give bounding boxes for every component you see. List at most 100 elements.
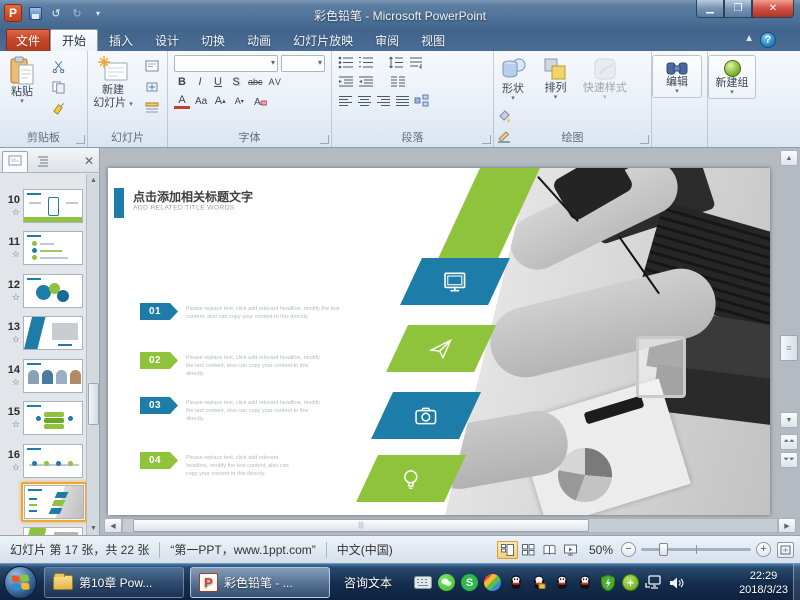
- arrange-button[interactable]: 排列 ▾: [536, 53, 574, 101]
- slide-counter[interactable]: 幻灯片 第 17 张，共 22 张: [0, 541, 159, 558]
- underline-button[interactable]: U: [210, 74, 226, 90]
- slideshow-view-button[interactable]: [560, 541, 581, 559]
- show-desktop-button[interactable]: [793, 564, 800, 600]
- qq-icon-1[interactable]: [507, 574, 524, 591]
- smartart-convert-icon[interactable]: [414, 94, 430, 107]
- close-panel-icon[interactable]: ✕: [84, 154, 97, 168]
- slide-thumbnail-13[interactable]: 13☆: [0, 314, 86, 352]
- vertical-scroll-thumb[interactable]: [780, 335, 798, 361]
- font-size-combo[interactable]: [281, 55, 325, 72]
- previous-slide-button[interactable]: ⏶⏶: [780, 434, 798, 450]
- title-accent-bar[interactable]: [114, 188, 124, 218]
- format-painter-button[interactable]: [48, 99, 68, 117]
- font-name-combo[interactable]: [174, 55, 278, 72]
- slide-thumbnail-17-selected[interactable]: [21, 482, 87, 522]
- next-slide-button[interactable]: ⏷⏷: [780, 452, 798, 468]
- paste-button[interactable]: 粘贴 ▾: [0, 53, 44, 105]
- strikethrough-button[interactable]: abc: [246, 74, 265, 90]
- decrease-indent-icon[interactable]: [338, 75, 354, 88]
- shapes-button[interactable]: 形状 ▾: [494, 53, 532, 102]
- thumbnail-scroll-thumb[interactable]: [88, 383, 99, 425]
- wechat-icon[interactable]: [438, 574, 455, 591]
- messenger-s-icon[interactable]: S: [461, 574, 478, 591]
- tab-insert[interactable]: 插入: [98, 29, 144, 51]
- help-icon[interactable]: ?: [760, 32, 776, 48]
- shadow-button[interactable]: S: [228, 74, 244, 90]
- item-text-02[interactable]: Please replace text, click add relevant …: [186, 354, 325, 378]
- item-text-01[interactable]: Please replace text, click add relevant …: [186, 305, 346, 321]
- qq-icon-3[interactable]: [553, 574, 570, 591]
- scroll-up-icon[interactable]: ▲: [780, 150, 798, 166]
- shape-fill-button[interactable]: [494, 106, 514, 124]
- item-number-01[interactable]: 01: [140, 303, 178, 320]
- item-text-03[interactable]: Please replace text, click add relevant …: [186, 399, 325, 423]
- lightbulb-shape[interactable]: [356, 455, 466, 502]
- vertical-scrollbar[interactable]: ▲ ▼ ⏶⏶ ⏷⏷: [780, 150, 798, 533]
- tab-outline[interactable]: [30, 151, 56, 172]
- qq-icon-4[interactable]: [576, 574, 593, 591]
- zoom-level[interactable]: 50%: [581, 543, 621, 557]
- font-color-button[interactable]: A: [174, 93, 190, 109]
- align-center-icon[interactable]: [357, 95, 372, 107]
- sogou-input-icon[interactable]: [484, 574, 501, 591]
- zoom-in-button[interactable]: +: [756, 542, 771, 557]
- scroll-up-icon[interactable]: ▲: [87, 174, 100, 187]
- copy-button[interactable]: [48, 78, 68, 96]
- paste-dropdown-icon[interactable]: ▾: [20, 99, 24, 105]
- align-left-icon[interactable]: [338, 95, 353, 107]
- taskbar-clock[interactable]: 22:29 2018/3/23: [739, 569, 788, 597]
- zoom-slider[interactable]: [641, 548, 751, 551]
- tab-transitions[interactable]: 切换: [190, 29, 236, 51]
- numbering-icon[interactable]: [358, 56, 374, 69]
- char-spacing-button[interactable]: AV: [267, 74, 284, 90]
- slide-sorter-view-button[interactable]: [518, 541, 539, 559]
- align-right-icon[interactable]: [376, 95, 391, 107]
- item-number-03[interactable]: 03: [140, 397, 178, 414]
- close-button[interactable]: ✕: [752, 0, 794, 18]
- slide-title[interactable]: 点击添加相关标题文字: [133, 188, 253, 205]
- change-case-button[interactable]: Aa: [193, 93, 209, 109]
- line-spacing-icon[interactable]: [388, 56, 404, 69]
- shrink-font-button[interactable]: A▾: [231, 93, 247, 109]
- slide-thumbnail-14[interactable]: 14☆: [0, 357, 86, 395]
- item-number-02[interactable]: 02: [140, 352, 178, 369]
- collapse-ribbon-icon[interactable]: ▲: [744, 33, 754, 44]
- clipboard-dialog-launcher-icon[interactable]: [76, 135, 85, 144]
- layout-button[interactable]: [142, 57, 162, 75]
- justify-icon[interactable]: [395, 95, 410, 107]
- thumbnail-scrollbar[interactable]: ▲ ▼: [86, 174, 99, 535]
- tab-review[interactable]: 审阅: [364, 29, 410, 51]
- horizontal-scrollbar[interactable]: ◀ ▶: [104, 518, 796, 533]
- volume-icon[interactable]: [669, 576, 684, 590]
- minimize-button[interactable]: ▁: [696, 0, 724, 18]
- paper-plane-shape[interactable]: [386, 325, 496, 372]
- taskbar-powerpoint-window[interactable]: P 彩色铅笔 - ...: [190, 567, 330, 598]
- slide-subtitle[interactable]: ADD RELATED TITLE WORDS: [133, 204, 337, 211]
- accelerator-ball-icon[interactable]: +: [622, 574, 639, 591]
- paragraph-dialog-launcher-icon[interactable]: [482, 135, 491, 144]
- scroll-down-icon[interactable]: ▼: [780, 412, 798, 428]
- theme-name[interactable]: “第一PPT，www.1ppt.com”: [160, 541, 325, 558]
- scroll-left-icon[interactable]: ◀: [104, 518, 122, 533]
- taskbar-toolbar-label[interactable]: 咨询文本: [336, 567, 400, 598]
- camera-shape[interactable]: [371, 392, 481, 439]
- taskbar-folder-window[interactable]: 第10章 Pow...: [44, 567, 184, 598]
- font-dialog-launcher-icon[interactable]: [320, 135, 329, 144]
- network-icon[interactable]: [645, 575, 663, 590]
- tab-design[interactable]: 设计: [144, 29, 190, 51]
- increase-indent-icon[interactable]: [358, 75, 374, 88]
- drawing-dialog-launcher-icon[interactable]: [640, 135, 649, 144]
- start-button[interactable]: [4, 566, 37, 599]
- slide-thumbnail-11[interactable]: 11☆: [0, 229, 86, 267]
- normal-view-button[interactable]: [497, 541, 518, 559]
- editing-button[interactable]: 编辑 ▾: [652, 55, 702, 98]
- monitor-shape[interactable]: [400, 258, 510, 305]
- horizontal-scroll-thumb[interactable]: [133, 519, 589, 532]
- bullets-icon[interactable]: [338, 56, 354, 69]
- new-slide-dropdown-icon[interactable]: ▾: [129, 101, 133, 108]
- tab-slides-thumbnails[interactable]: [2, 151, 28, 172]
- language-indicator[interactable]: 中文(中国): [327, 541, 403, 558]
- zoom-slider-thumb[interactable]: [659, 543, 668, 556]
- scroll-down-icon[interactable]: ▼: [87, 522, 100, 535]
- slide-thumbnail-10[interactable]: 10☆: [0, 187, 86, 225]
